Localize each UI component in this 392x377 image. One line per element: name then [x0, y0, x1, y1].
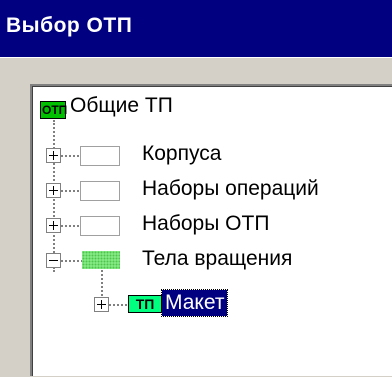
folder-empty-icon: [80, 146, 120, 166]
folder-empty-icon: [80, 216, 120, 236]
title-bar: Выбор ОТП: [0, 0, 392, 57]
collapse-icon[interactable]: [46, 253, 61, 268]
folder-empty-icon: [80, 181, 120, 201]
tp-icon: ТП: [128, 295, 162, 313]
tree-view[interactable]: ОТП Общие ТП Корпуса Наборы операций Наб…: [30, 84, 392, 376]
tree-item-korpusa[interactable]: Корпуса: [142, 141, 221, 167]
window-title: Выбор ОТП: [6, 14, 133, 37]
tree-item-maket[interactable]: Макет: [160, 289, 229, 317]
expand-icon[interactable]: [46, 218, 61, 233]
tree-root-label[interactable]: Общие ТП: [70, 93, 173, 119]
folder-hatched-icon: [82, 251, 120, 269]
tree-item-nabory-operaciy[interactable]: Наборы операций: [142, 176, 319, 202]
tree-item-tela-vrascheniya[interactable]: Тела вращения: [142, 246, 292, 272]
expand-icon[interactable]: [46, 148, 61, 163]
expand-icon[interactable]: [94, 297, 109, 312]
otp-root-icon: ОТП: [40, 101, 68, 119]
expand-icon[interactable]: [46, 183, 61, 198]
tree-item-nabory-otp[interactable]: Наборы ОТП: [142, 211, 269, 237]
